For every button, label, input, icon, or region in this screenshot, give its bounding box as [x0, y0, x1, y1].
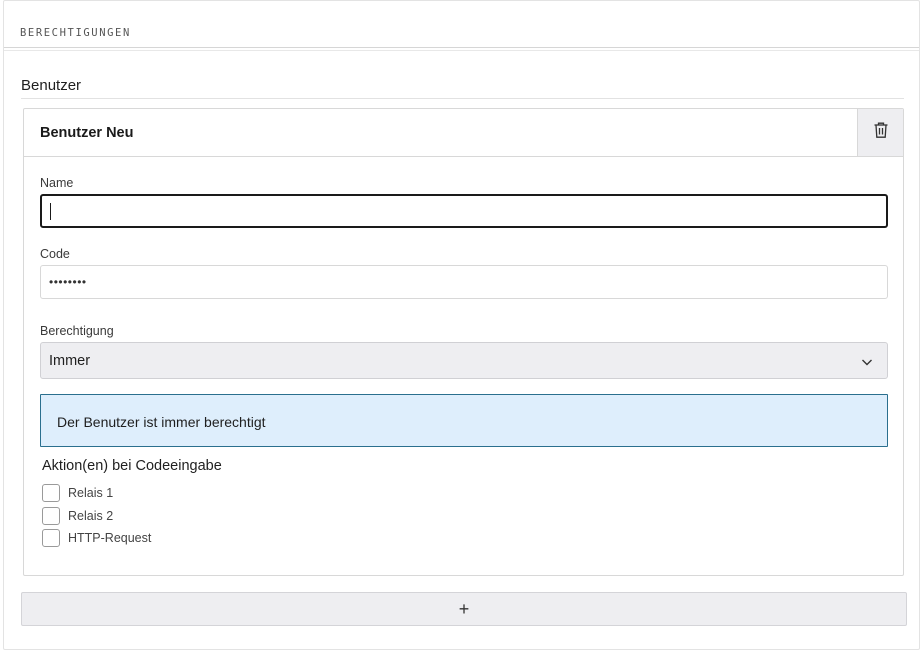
add-user-button[interactable]: +: [21, 592, 907, 626]
name-input[interactable]: [40, 194, 888, 228]
permissions-panel: BERECHTIGUNGEN Benutzer Benutzer Neu Nam…: [3, 0, 920, 650]
checkbox-label: Relais 1: [68, 486, 114, 500]
checkbox-relay-1[interactable]: Relais 1: [42, 484, 113, 502]
checkbox-box[interactable]: [42, 484, 60, 502]
permission-selected-value: Immer: [49, 353, 91, 369]
checkbox-box[interactable]: [42, 507, 60, 525]
trash-icon: [873, 121, 889, 144]
name-label: Name: [40, 176, 74, 190]
user-card-header: Benutzer Neu: [24, 109, 903, 157]
checkbox-label: HTTP-Request: [68, 531, 152, 545]
chevron-down-icon: [861, 355, 873, 373]
code-label: Code: [40, 247, 70, 261]
checkbox-box[interactable]: [42, 529, 60, 547]
divider: [21, 98, 904, 99]
section-header: BERECHTIGUNGEN: [4, 1, 919, 51]
plus-icon: +: [458, 599, 470, 619]
code-input[interactable]: ••••••••: [40, 265, 888, 299]
code-value: ••••••••: [49, 275, 87, 289]
checkbox-relay-2[interactable]: Relais 2: [42, 507, 113, 525]
checkbox-label: Relais 2: [68, 509, 114, 523]
text-caret: [50, 203, 51, 220]
section-title: BERECHTIGUNGEN: [20, 27, 131, 39]
info-alert: Der Benutzer ist immer berechtigt: [40, 394, 888, 447]
user-card: Benutzer Neu Name Code •••••••• Berechti…: [23, 108, 904, 576]
user-card-title: Benutzer Neu: [40, 125, 134, 141]
permission-label: Berechtigung: [40, 324, 114, 338]
permission-select[interactable]: Immer: [40, 342, 888, 379]
delete-user-button[interactable]: [857, 109, 903, 156]
checkbox-http-request[interactable]: HTTP-Request: [42, 529, 151, 547]
group-title-users: Benutzer: [21, 77, 82, 94]
info-text: Der Benutzer ist immer berechtigt: [57, 414, 266, 430]
actions-title: Aktion(en) bei Codeeingabe: [42, 458, 222, 474]
